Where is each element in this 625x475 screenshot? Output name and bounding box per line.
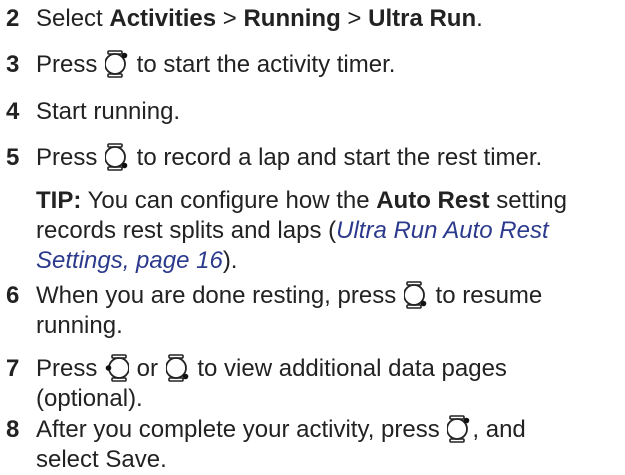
watch-button-left-icon	[105, 354, 130, 382]
step-text: Press to record a lap and start the rest…	[36, 143, 620, 173]
separator: >	[216, 5, 244, 32]
step-text: After you complete your activity, press …	[36, 415, 620, 475]
tip-text-part: setting	[489, 187, 567, 214]
tip-text-part: You can configure how the	[81, 187, 377, 214]
step-number: 7	[6, 355, 20, 382]
step-text: Start running.	[36, 97, 620, 127]
tip-text-part: records rest splits and laps (	[36, 217, 337, 244]
step-text-part: or	[130, 355, 165, 382]
tip-label: TIP:	[36, 187, 82, 214]
step-text: When you are done resting, press to resu…	[36, 281, 620, 341]
setting-auto-rest: Auto Rest	[376, 187, 490, 214]
step-text-part: to start the activity timer.	[130, 51, 396, 78]
menu-ultra-run: Ultra Run	[368, 5, 477, 32]
step-text: Select Activities > Running > Ultra Run.	[36, 4, 620, 34]
menu-activities: Activities	[109, 5, 217, 32]
step-text-part: Press	[36, 144, 105, 171]
step-number: 6	[6, 282, 20, 309]
watch-button-upper-right-icon	[447, 415, 471, 443]
step-text-part: to resume	[428, 282, 543, 309]
cross-reference-link[interactable]: Ultra Run Auto Rest	[336, 217, 549, 244]
step-text-part: Start running.	[36, 98, 181, 125]
step-text-part: Press	[36, 51, 105, 78]
watch-button-lower-right-icon	[403, 281, 428, 309]
step-number: 8	[6, 416, 20, 443]
step-text-part: select Save.	[36, 446, 167, 473]
step-text-part: Select	[36, 5, 110, 32]
step-text-part: When you are done resting, press	[36, 282, 403, 309]
step-number: 2	[6, 5, 20, 32]
instruction-steps: 2 Select Activities > Running > Ultra Ru…	[0, 0, 625, 474]
separator: >	[340, 5, 369, 32]
step-text-part: running.	[36, 312, 123, 339]
watch-button-lower-right-icon	[105, 143, 129, 171]
step-number: 4	[6, 98, 20, 125]
tip-text-part: ).	[222, 247, 238, 274]
step-text-part: (optional).	[36, 385, 143, 412]
step-text-part: After you complete your activity, press	[36, 416, 447, 443]
step-text: Press or to view additional data pages (…	[36, 354, 620, 414]
menu-running: Running	[243, 5, 341, 32]
step-text-part: , and	[472, 416, 526, 443]
step-text-part: .	[476, 5, 483, 32]
step-number: 5	[6, 144, 20, 171]
watch-button-upper-right-icon	[105, 50, 129, 78]
step-text-part: to record a lap and start the rest timer…	[130, 144, 543, 171]
tip-text: TIP: You can configure how the Auto Rest…	[36, 186, 620, 276]
watch-button-lower-right-icon	[165, 354, 190, 382]
cross-reference-link-page[interactable]: Settings, page 16	[36, 247, 223, 274]
step-text: Press to start the activity timer.	[36, 50, 620, 80]
step-number: 3	[6, 51, 20, 78]
step-text-part: Press	[36, 355, 105, 382]
step-text-part: to view additional data pages	[190, 355, 507, 382]
